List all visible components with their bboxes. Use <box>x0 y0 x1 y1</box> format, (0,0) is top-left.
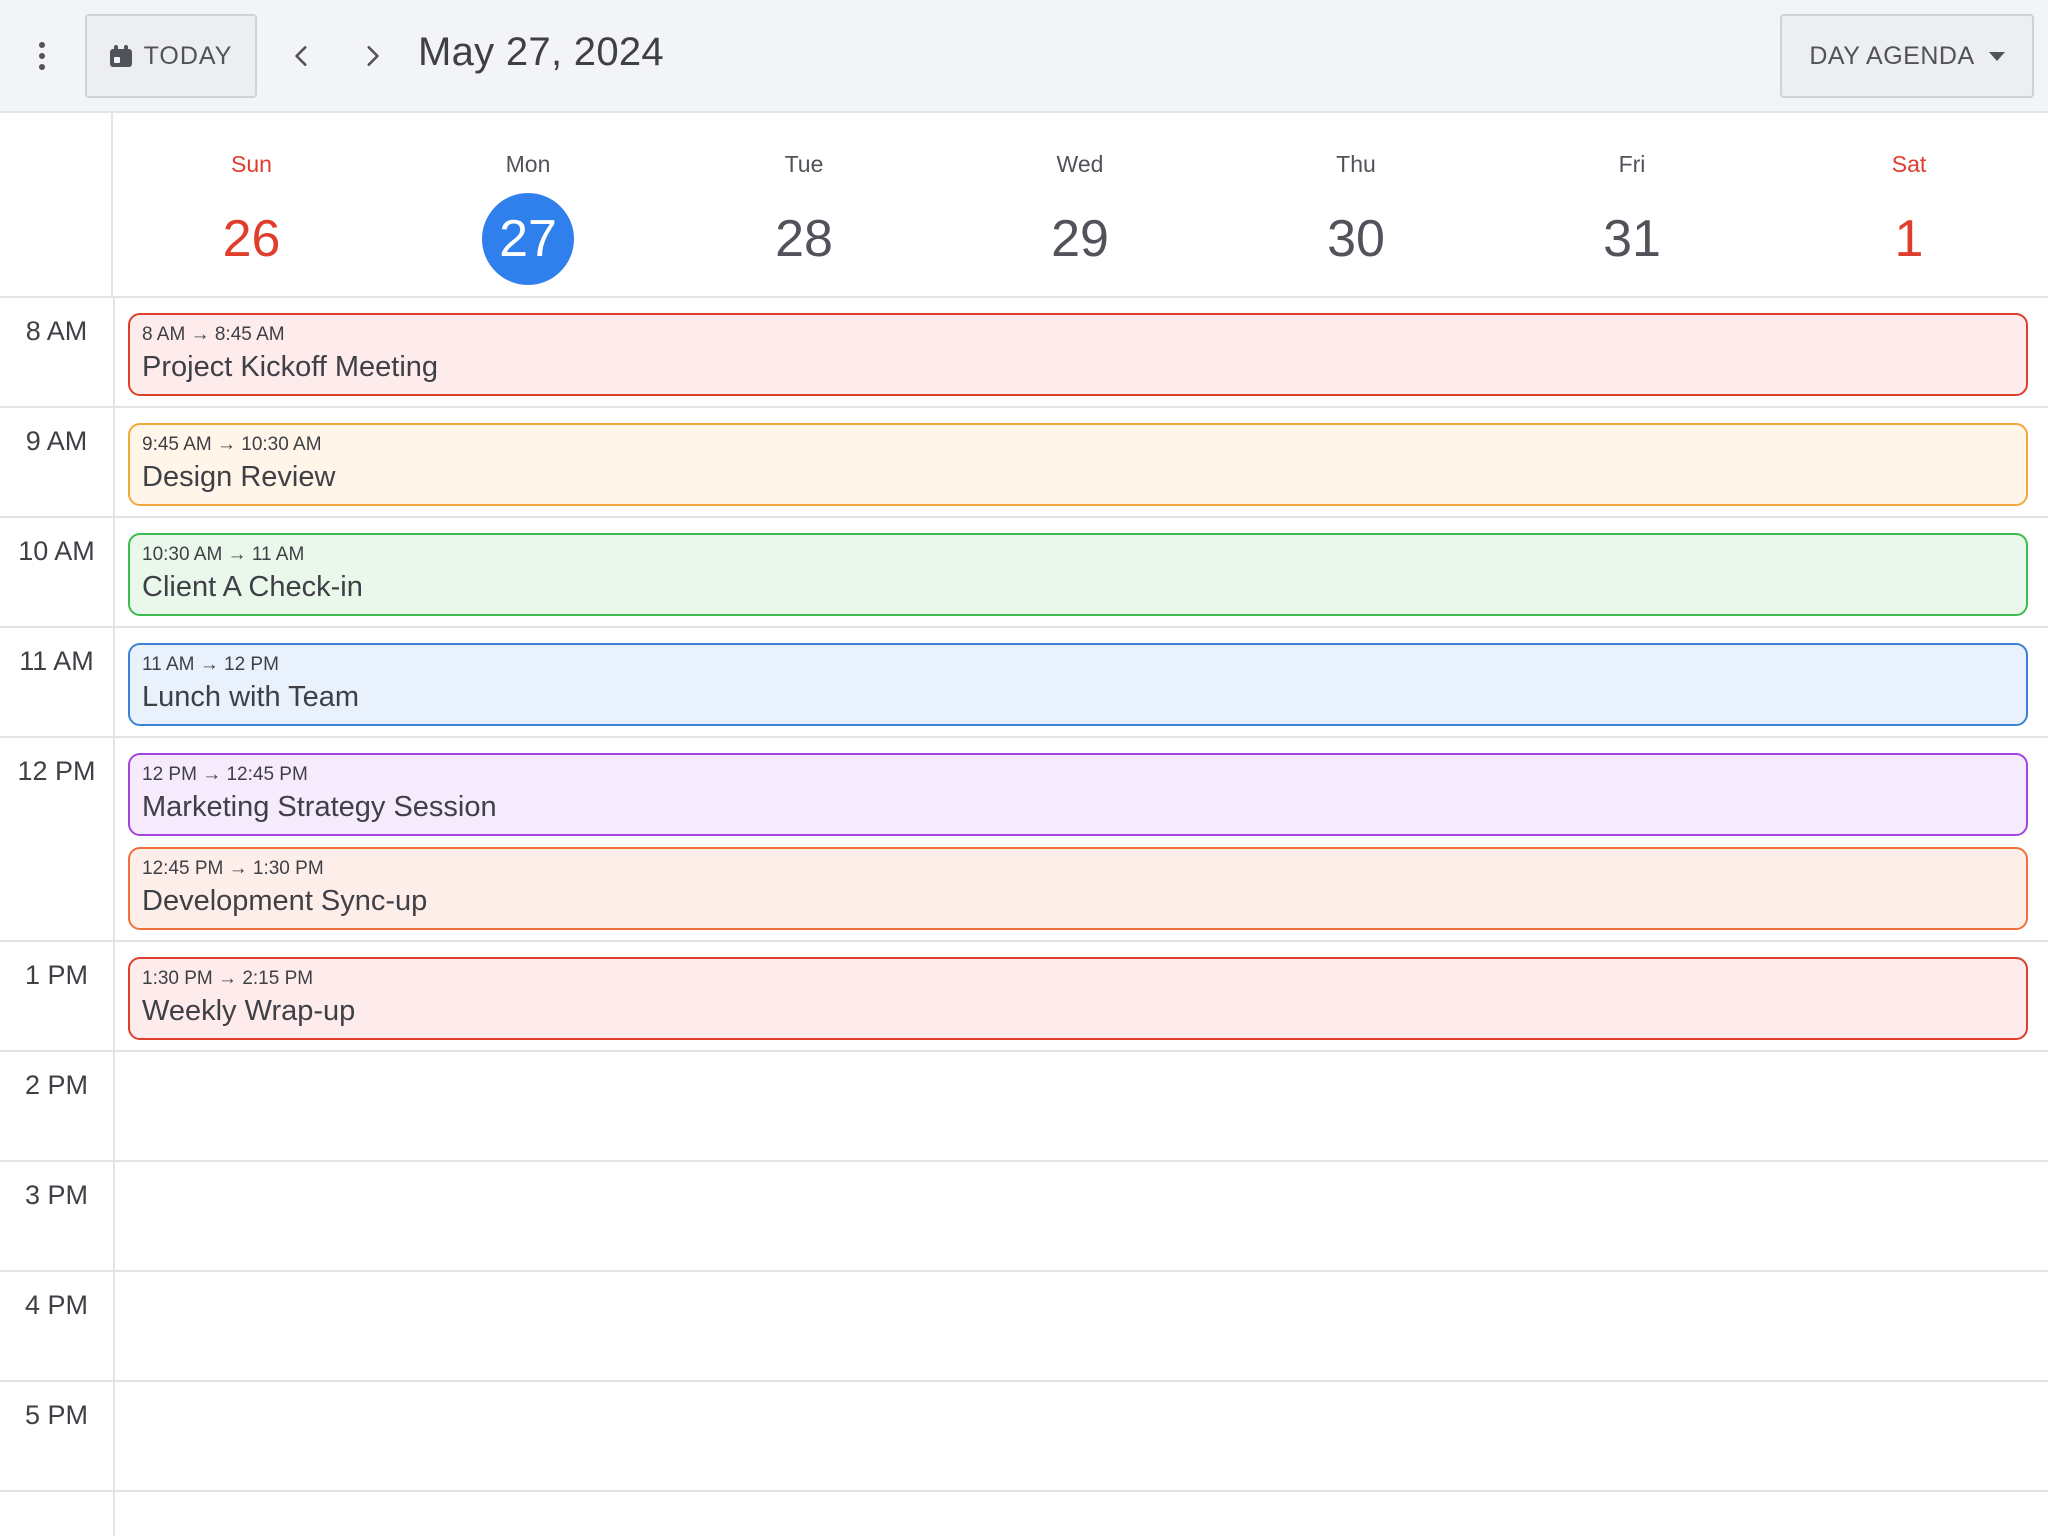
event-time: 12 PM → 12:45 PM <box>142 764 308 785</box>
day-number: 27 <box>482 193 574 285</box>
day-number: 29 <box>1051 210 1109 268</box>
today-button-label: TODAY <box>143 41 233 70</box>
day-name: Tue <box>784 151 824 177</box>
event-title: Project Kickoff Meeting <box>142 351 439 383</box>
hour-row[interactable]: 2 PM <box>0 1052 2048 1162</box>
day-column-wed[interactable]: Wed 29 <box>942 113 1218 298</box>
day-column-mon[interactable]: Mon 27 <box>390 113 666 298</box>
event-card[interactable]: 12:45 PM → 1:30 PM Development Sync-up <box>128 847 2028 930</box>
hour-label: 10 AM <box>18 536 95 566</box>
hour-label: 2 PM <box>24 1070 89 1100</box>
event-card[interactable]: 1:30 PM → 2:15 PM Weekly Wrap-up <box>128 957 2028 1040</box>
day-number: 28 <box>775 210 833 268</box>
event-card[interactable]: 8 AM → 8:45 AM Project Kickoff Meeting <box>128 313 2028 396</box>
hour-label: 4 PM <box>24 1290 89 1320</box>
day-number: 1 <box>1894 210 1924 268</box>
event-card[interactable]: 12 PM → 12:45 PM Marketing Strategy Sessi… <box>128 753 2028 836</box>
hour-row[interactable]: 5 PM <box>0 1382 2048 1492</box>
hour-row[interactable]: 3 PM <box>0 1162 2048 1272</box>
event-time: 8 AM → 8:45 AM <box>142 324 285 345</box>
day-agenda-grid: 8 AM 9 AM 10 AM 11 AM 12 PM 1 PM 2 PM 3 PM 4 PM 5… <box>0 298 2048 1536</box>
hour-label: 12 PM <box>17 756 96 786</box>
day-name: Thu <box>1336 151 1376 177</box>
day-name: Mon <box>505 151 551 177</box>
previous-day-button[interactable] <box>280 34 324 78</box>
hour-label: 3 PM <box>24 1180 89 1210</box>
day-column-tue[interactable]: Tue 28 <box>666 113 942 298</box>
event-title: Lunch with Team <box>142 681 360 713</box>
hour-row[interactable]: 4 PM <box>0 1272 2048 1382</box>
day-number: 31 <box>1603 210 1661 268</box>
next-day-button[interactable] <box>350 34 394 78</box>
time-gutter-divider <box>113 298 115 1536</box>
caret-down-icon <box>1988 51 2005 61</box>
more-options-icon[interactable] <box>22 36 62 76</box>
chevron-right-icon <box>367 46 379 66</box>
event-title: Client A Check-in <box>142 571 363 603</box>
event-card[interactable]: 11 AM → 12 PM Lunch with Team <box>128 643 2028 726</box>
day-name: Sat <box>1891 151 1927 177</box>
view-selector-dropdown[interactable]: DAY AGENDA <box>1780 14 2034 98</box>
hour-label: 1 PM <box>24 960 89 990</box>
event-time: 10:30 AM → 11 AM <box>142 544 305 565</box>
event-time: 11 AM → 12 PM <box>142 654 279 675</box>
current-date-title: May 27, 2024 <box>418 30 664 74</box>
day-number: 26 <box>222 210 281 268</box>
event-time: 1:30 PM → 2:15 PM <box>142 968 314 989</box>
hour-label: 8 AM <box>25 316 88 346</box>
hour-label: 5 PM <box>24 1400 89 1430</box>
event-title: Weekly Wrap-up <box>142 995 356 1027</box>
hour-label: 11 AM <box>19 646 94 676</box>
day-name: Wed <box>1056 151 1104 177</box>
event-card[interactable]: 9:45 AM → 10:30 AM Design Review <box>128 423 2028 506</box>
hour-label: 9 AM <box>25 426 88 456</box>
event-title: Design Review <box>142 461 336 493</box>
chevron-left-icon <box>295 46 307 66</box>
day-number: 30 <box>1327 210 1385 268</box>
calendar-icon <box>109 45 132 67</box>
day-name: Sun <box>231 151 272 177</box>
event-title: Development Sync-up <box>142 885 428 917</box>
time-gutter-header <box>0 113 113 298</box>
day-name: Fri <box>1618 151 1646 177</box>
event-card[interactable]: 10:30 AM → 11 AM Client A Check-in <box>128 533 2028 616</box>
event-time: 9:45 AM → 10:30 AM <box>142 434 322 455</box>
day-column-fri[interactable]: Fri 31 <box>1494 113 1770 298</box>
day-column-thu[interactable]: Thu 30 <box>1218 113 1494 298</box>
event-title: Marketing Strategy Session <box>142 791 497 823</box>
view-selector-label: DAY AGENDA <box>1809 41 1975 70</box>
calendar-toolbar: TODAY May 27, 2024 DAY AGENDA <box>0 0 2048 113</box>
day-column-sun[interactable]: Sun 26 <box>113 113 390 298</box>
week-day-header: Sun 26 Mon 27 Tue 28 Wed 29 Thu 30 Fri 31 Sat 1 <box>0 113 2048 298</box>
today-button[interactable]: TODAY <box>85 14 257 98</box>
event-time: 12:45 PM → 1:30 PM <box>142 858 324 879</box>
day-column-sat[interactable]: Sat 1 <box>1770 113 2048 298</box>
